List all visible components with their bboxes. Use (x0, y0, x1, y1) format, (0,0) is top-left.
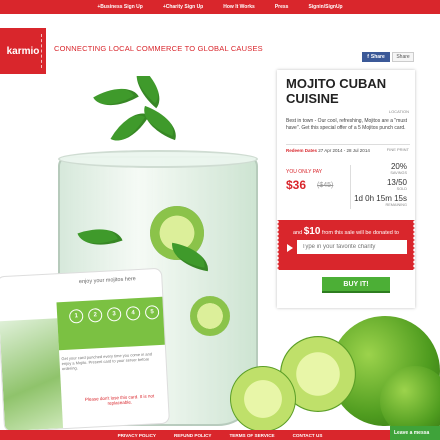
location-link[interactable]: LOCATION (389, 109, 409, 114)
card-title: enjoy your mojitos here (78, 276, 136, 286)
deal-title: MOJITO CUBAN CUISINE (286, 76, 387, 106)
punch-card: enjoy your mojitos here 1 2 3 4 5 Get yo… (0, 267, 170, 433)
deal-price: $36 (286, 178, 307, 192)
punch-circle: 2 (87, 307, 103, 323)
sold-value: 13/50 (386, 178, 407, 187)
donation-suffix: from this sale will be donated to (321, 230, 399, 236)
share-button[interactable]: Share (392, 52, 414, 62)
you-only-pay-label: YOU ONLY PAY (286, 169, 323, 175)
savings-stat: 20% SAVINGS (390, 162, 407, 175)
remaining-stat: 1d 0h 15m 15s REMAINING (354, 194, 407, 207)
lime-in-glass (190, 296, 230, 336)
nav-signin-signup[interactable]: Signin/SignUp (308, 4, 342, 10)
savings-label: SAVINGS (390, 171, 407, 175)
buy-button[interactable]: BUY IT! (322, 277, 390, 293)
nav-how-it-works[interactable]: How It Works (223, 4, 255, 10)
nav-charity-signup[interactable]: +Charity Sign Up (163, 4, 203, 10)
leave-message-button[interactable]: Leave a messa (390, 426, 440, 440)
donation-prefix: and (293, 230, 303, 236)
charity-input[interactable] (297, 240, 407, 254)
card-fine-print: Get your card punched every time you com… (61, 351, 153, 372)
remaining-value: 1d 0h 15m 15s (354, 194, 407, 203)
glass-rim (58, 150, 258, 168)
sold-label: SOLD (396, 187, 407, 191)
footer-contact-us[interactable]: CONTACT US (293, 433, 323, 438)
whole-lime (380, 366, 440, 430)
redeem-dates-value: 27 Apr 2014 - 28 Jul 2014 (318, 148, 370, 153)
nav-business-signup[interactable]: +Business Sign Up (97, 4, 142, 10)
footer-refund-policy[interactable]: REFUND POLICY (174, 433, 212, 438)
tagline: CONNECTING LOCAL COMMERCE TO GLOBAL CAUS… (54, 44, 263, 53)
arrow-right-icon (287, 244, 293, 252)
nav-press[interactable]: Press (275, 4, 289, 10)
donation-text: and $10 from this sale will be donated t… (277, 226, 415, 237)
logo-text: karmio (6, 45, 40, 57)
mint-leaf (93, 77, 139, 117)
footer-nav: PRIVACY POLICY REFUND POLICY TERMS OF SE… (0, 430, 440, 440)
stats-divider (350, 165, 351, 209)
deal-panel: MOJITO CUBAN CUISINE LOCATION Best in to… (277, 70, 415, 308)
punch-circle: 3 (106, 306, 122, 322)
deal-description: Best in town - Our cool, refreshing, Moj… (286, 118, 407, 131)
donation-amount: $10 (303, 226, 321, 237)
fine-print-link[interactable]: FINE PRINT (387, 147, 409, 152)
karmio-logo[interactable]: karmio (0, 28, 46, 74)
donation-ticket: and $10 from this sale will be donated t… (277, 220, 415, 270)
lime-slice (230, 366, 296, 430)
punch-circle: 5 (144, 304, 160, 320)
sold-stat: 13/50 SOLD (387, 178, 407, 191)
top-nav: +Business Sign Up +Charity Sign Up How I… (0, 0, 440, 14)
punch-circle: 4 (125, 305, 141, 321)
redeem-dates-label: Redeem Dates (286, 148, 318, 153)
remaining-label: REMAINING (385, 203, 407, 207)
card-photo (0, 318, 64, 432)
facebook-share-button[interactable]: f Share (362, 52, 390, 62)
facebook-share-label: Share (370, 54, 385, 60)
card-note: Please don't lose this card. It is not r… (84, 393, 155, 406)
savings-value: 20% (390, 162, 407, 171)
footer-privacy-policy[interactable]: PRIVACY POLICY (118, 433, 156, 438)
facebook-icon: f (367, 54, 369, 60)
footer-terms-of-service[interactable]: TERMS OF SERVICE (230, 433, 275, 438)
punch-circle: 1 (68, 308, 84, 324)
original-price: ($45) (317, 182, 334, 189)
